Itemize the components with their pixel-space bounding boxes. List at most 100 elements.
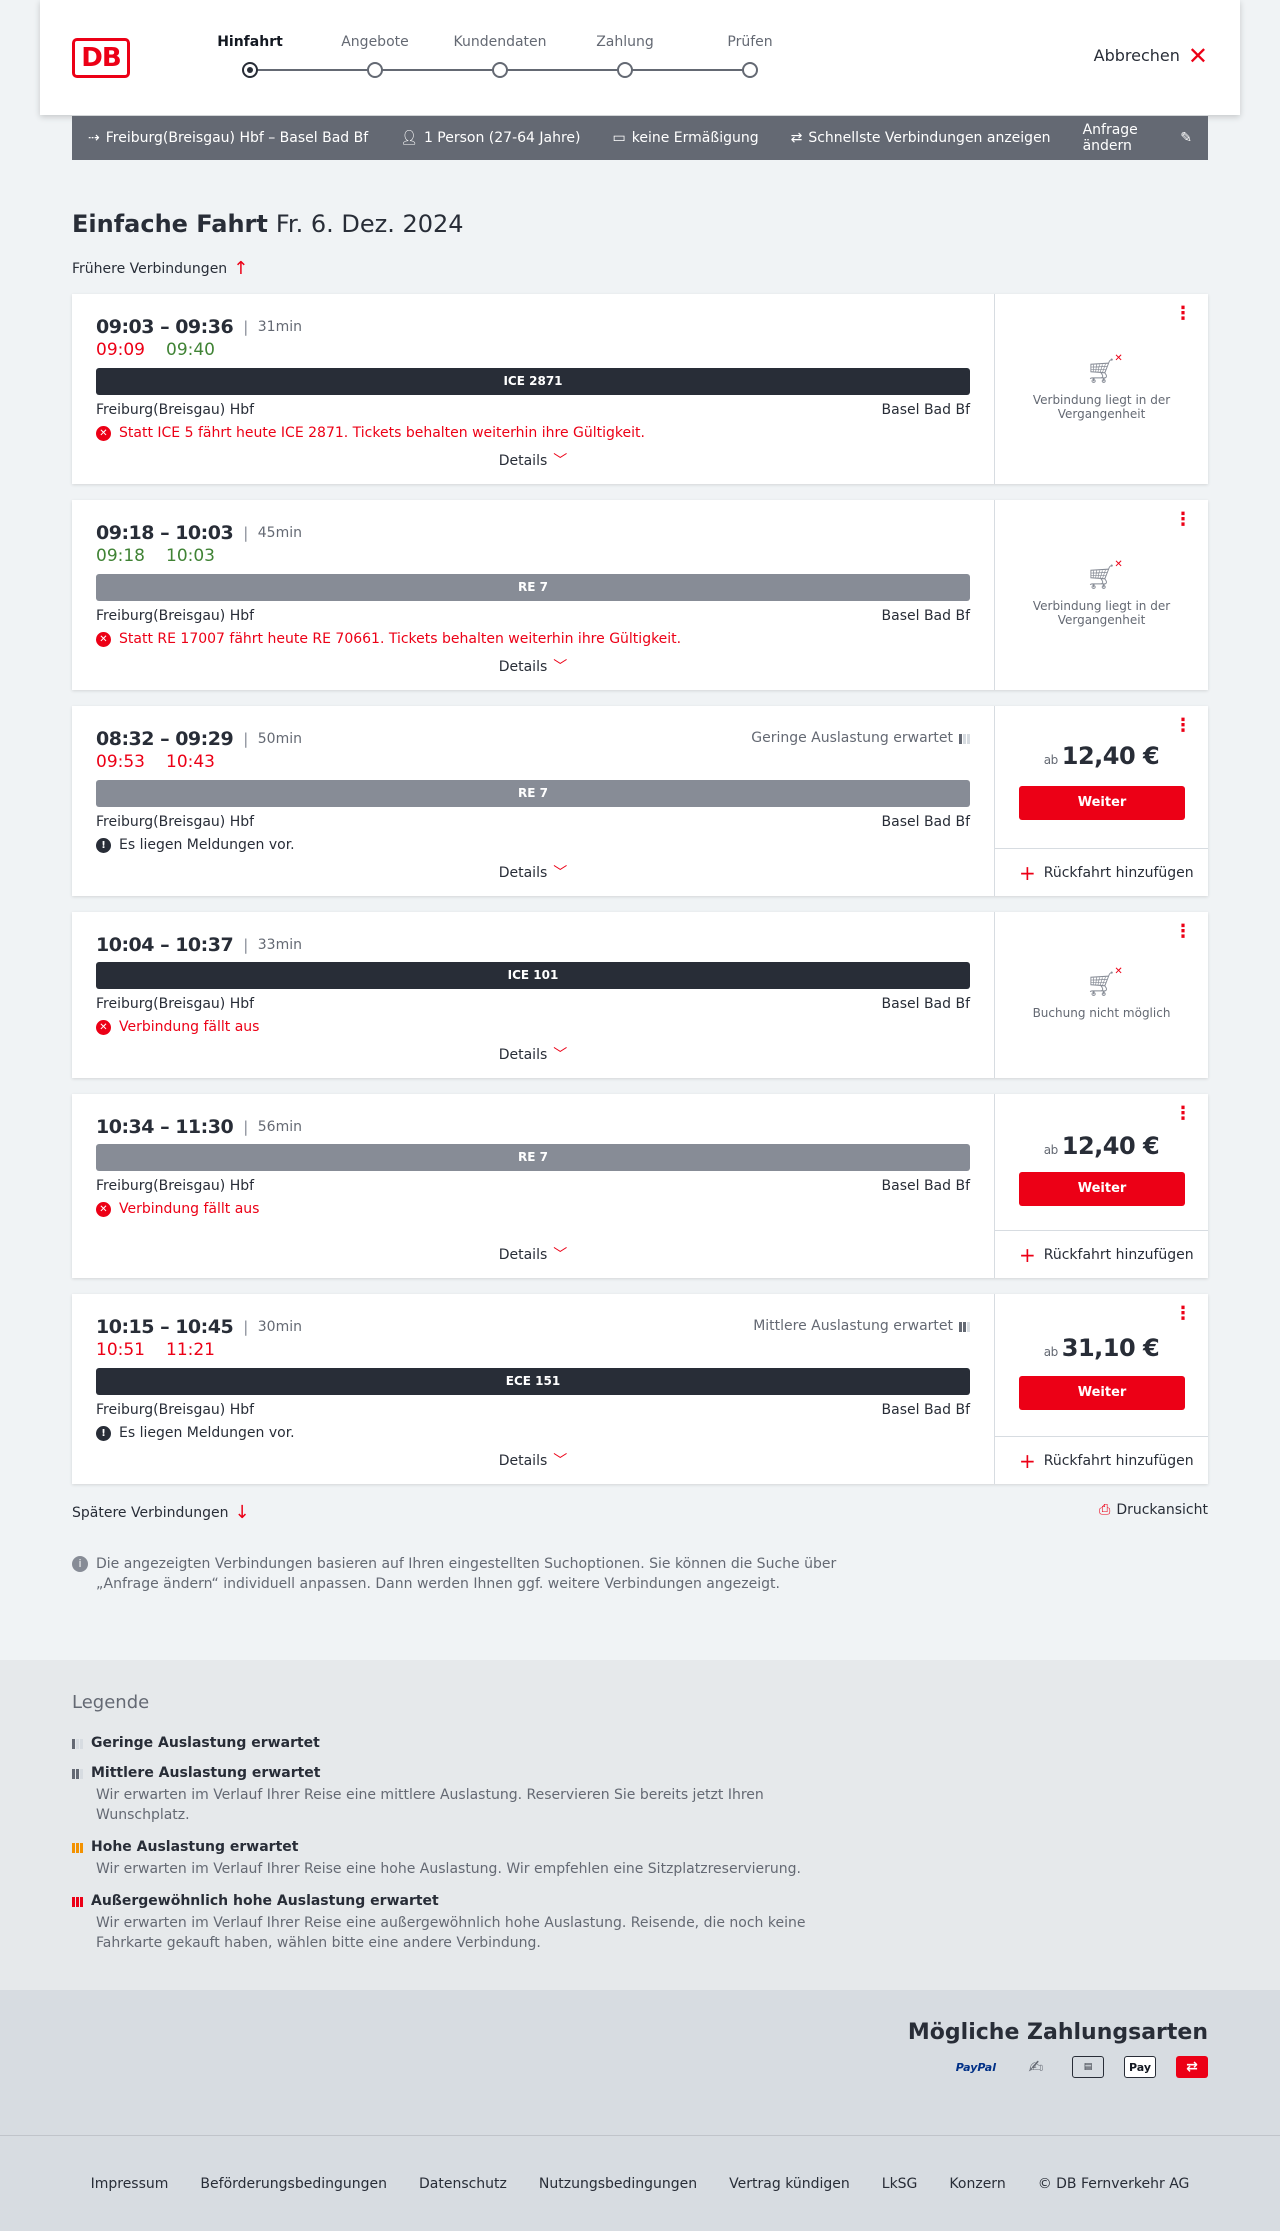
person-icon: 👤︎: [400, 130, 418, 146]
query-fastest[interactable]: ⇄ Schnellste Verbindungen anzeigen: [791, 130, 1051, 146]
details-toggle[interactable]: Details ﹀: [72, 1044, 994, 1064]
query-bar: ⇢ Freiburg(Breisgau) Hbf – Basel Bad Bf 👤…: [72, 116, 1208, 160]
footer-link-befoerderungsbedingungen[interactable]: Beförderungsbedingungen: [200, 2176, 387, 2192]
train-bar[interactable]: RE 7: [96, 574, 970, 601]
train-bar[interactable]: RE 7: [96, 1144, 970, 1171]
occupancy-medium-icon: [959, 1320, 970, 1332]
continue-button[interactable]: Weiter: [1019, 1172, 1185, 1206]
price-value: 12,40 €: [1061, 1132, 1160, 1160]
details-toggle[interactable]: Details ﹀: [72, 1450, 994, 1470]
message-text: Verbindung fällt aus: [119, 1201, 260, 1217]
occupancy-label: Mittlere Auslastung erwartet: [753, 1318, 953, 1334]
price-value: 31,10 €: [1061, 1334, 1160, 1362]
details-toggle[interactable]: Details ﹀: [72, 450, 994, 470]
legend-item-desc: Wir erwarten im Verlauf Ihrer Reise eine…: [96, 1787, 764, 1823]
connection-message: ✕ Verbindung fällt aus: [96, 1197, 970, 1221]
occupancy-info[interactable]: Mittlere Auslastung erwartet: [753, 1318, 970, 1334]
separator: |: [243, 730, 248, 748]
db-logo[interactable]: DB: [72, 38, 130, 78]
connection-card: 10:34 – 11:30 | 56min RE 7 Freiburg(Breisg…: [72, 1094, 1208, 1278]
close-icon: ✕: [1187, 41, 1208, 70]
occupancy-low-icon: [72, 1737, 83, 1749]
progress-steps: Hinfahrt Angebote Kundendaten Zahlung Pr…: [210, 34, 773, 84]
occupancy-info[interactable]: Geringe Auslastung erwartet: [751, 730, 970, 746]
query-fastest-label: Schnellste Verbindungen anzeigen: [808, 130, 1051, 146]
status-box: 🛒︎ ✕ Buchung nicht möglich: [995, 912, 1208, 1078]
step-dot: [617, 62, 633, 78]
footer-link-vertrag-kuendigen[interactable]: Vertrag kündigen: [729, 2176, 850, 2192]
step-label: Hinfahrt: [217, 34, 283, 50]
more-options-icon[interactable]: ⋮: [1174, 1105, 1192, 1123]
connection-offer: ⋮ ab 12,40 € Weiter + Rückfahrt hinzufügen: [994, 706, 1208, 896]
price-value: 12,40 €: [1061, 742, 1160, 770]
train-bar[interactable]: ECE 151: [96, 1368, 970, 1395]
status-text: Verbindung liegt in der Vergangenheit: [1032, 599, 1171, 627]
details-toggle[interactable]: Details ﹀: [72, 656, 994, 676]
status-box: 🛒︎ ✕ Verbindung liegt in der Vergangenheit: [995, 500, 1208, 690]
footer-link-konzern[interactable]: Konzern: [949, 2176, 1005, 2192]
price: ab 12,40 €: [995, 742, 1208, 770]
times-label: 09:18 – 10:03: [96, 522, 234, 544]
change-query-button[interactable]: Anfrage ändern ✎: [1083, 122, 1192, 154]
query-route[interactable]: ⇢ Freiburg(Breisgau) Hbf – Basel Bad Bf: [88, 130, 368, 146]
step-dot: [742, 62, 758, 78]
add-return-button[interactable]: + Rückfahrt hinzufügen: [995, 848, 1208, 896]
legend-item: Geringe Auslastung erwartet: [72, 1735, 1208, 1751]
train-bar[interactable]: RE 7: [96, 780, 970, 807]
connection-card: 09:18 – 10:03 | 45min 09:18 10:03 RE 7 Frei…: [72, 500, 1208, 690]
query-route-label: Freiburg(Breisgau) Hbf – Basel Bad Bf: [105, 130, 369, 146]
legend-item-title: Mittlere Auslastung erwartet: [91, 1765, 321, 1781]
details-toggle[interactable]: Details ﹀: [72, 1244, 994, 1264]
add-return-button[interactable]: + Rückfahrt hinzufügen: [995, 1436, 1208, 1484]
station-from: Freiburg(Breisgau) Hbf: [96, 814, 255, 830]
realtime: 10:51 11:21: [96, 1340, 970, 1364]
paypal-logo: PayPal: [952, 2056, 1000, 2078]
plus-icon: +: [1019, 1242, 1036, 1267]
add-return-button[interactable]: + Rückfahrt hinzufügen: [995, 1230, 1208, 1278]
legend-item: Außergewöhnlich hohe Auslastung erwartet…: [72, 1893, 1208, 1953]
apple-pay-label: Pay: [1128, 2060, 1151, 2074]
print-view-link[interactable]: ⎙ Druckansicht: [1099, 1502, 1208, 1518]
stations: Freiburg(Breisgau) Hbf Basel Bad Bf: [96, 993, 970, 1015]
cancel-button[interactable]: Abbrechen ✕: [1094, 41, 1208, 70]
footer-link-lksg[interactable]: LkSG: [882, 2176, 918, 2192]
footer-link-nutzungsbedingungen[interactable]: Nutzungsbedingungen: [539, 2176, 697, 2192]
continue-button[interactable]: Weiter: [1019, 1376, 1185, 1410]
legend-item: Hohe Auslastung erwartet Wir erwarten im…: [72, 1839, 1208, 1879]
footer: Impressum Beförderungsbedingungen Datens…: [0, 2135, 1280, 2231]
stations: Freiburg(Breisgau) Hbf Basel Bad Bf: [96, 399, 970, 421]
details-toggle[interactable]: Details ﹀: [72, 862, 994, 882]
query-persons[interactable]: 👤︎ 1 Person (27-64 Jahre): [400, 130, 580, 146]
earlier-connections-link[interactable]: Frühere Verbindungen ↑: [72, 258, 248, 279]
step-kundendaten: Kundendaten: [450, 34, 550, 78]
message-text: Statt RE 17007 fährt heute RE 70661. Tic…: [119, 631, 682, 647]
later-connections-link[interactable]: Spätere Verbindungen ↓: [72, 1502, 250, 1523]
continue-button[interactable]: Weiter: [1019, 786, 1185, 820]
more-options-icon[interactable]: ⋮: [1174, 717, 1192, 735]
price: ab 31,10 €: [995, 1334, 1208, 1362]
connection-message: ! Es liegen Meldungen vor.: [96, 833, 970, 857]
query-discount[interactable]: ▭ keine Ermäßigung: [613, 130, 759, 146]
more-options-icon[interactable]: ⋮: [1174, 1305, 1192, 1323]
card-icon: ▭: [612, 130, 626, 146]
separator: |: [243, 1318, 248, 1336]
separator: |: [243, 936, 248, 954]
train-bar[interactable]: ICE 2871: [96, 368, 970, 395]
search-note: i Die angezeigten Verbindungen basieren a…: [72, 1554, 852, 1594]
station-to: Basel Bad Bf: [881, 402, 970, 418]
footer-link-datenschutz[interactable]: Datenschutz: [419, 2176, 507, 2192]
station-from: Freiburg(Breisgau) Hbf: [96, 996, 255, 1012]
price: ab 12,40 €: [995, 1132, 1208, 1160]
later-label: Spätere Verbindungen: [72, 1504, 229, 1521]
print-label: Druckansicht: [1116, 1502, 1208, 1518]
times-label: 10:34 – 11:30: [96, 1116, 234, 1138]
message-text: Es liegen Meldungen vor.: [119, 837, 295, 853]
step-label: Angebote: [341, 34, 409, 50]
step-label: Prüfen: [727, 34, 773, 50]
query-discount-label: keine Ermäßigung: [631, 130, 759, 146]
footer-link-impressum[interactable]: Impressum: [91, 2176, 169, 2192]
connection-message: ! Es liegen Meldungen vor.: [96, 1421, 970, 1445]
train-bar[interactable]: ICE 101: [96, 962, 970, 989]
duration: 50min: [257, 731, 302, 747]
step-pruefen: Prüfen: [700, 34, 800, 78]
